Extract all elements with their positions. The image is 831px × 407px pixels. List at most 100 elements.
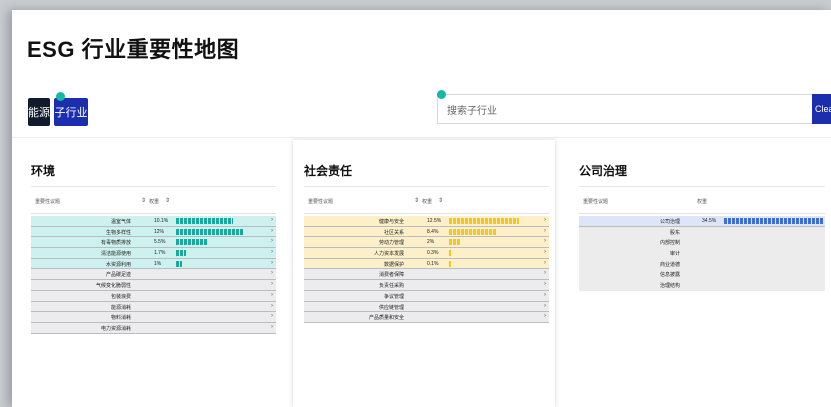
table-row[interactable]: 消费者保障 › xyxy=(304,269,549,281)
table-row[interactable]: 治理结构 xyxy=(579,280,825,291)
table-row[interactable]: 审计 xyxy=(579,248,825,259)
weight-bar xyxy=(449,260,451,267)
sub-industry-button[interactable]: 子行业 xyxy=(54,98,88,126)
divider xyxy=(579,213,825,214)
row-toggle-icon[interactable]: › xyxy=(544,281,546,287)
weight-bar xyxy=(449,228,497,235)
topic-weight: 1% xyxy=(154,260,162,267)
table-row[interactable]: 有毒物质排放 5.5% › xyxy=(31,237,276,249)
topic-name: 人力资本发展 xyxy=(373,251,404,258)
row-toggle-icon[interactable]: › xyxy=(544,249,546,255)
row-toggle-icon[interactable]: › xyxy=(820,217,822,223)
topic-header: 重要性议题 xyxy=(35,199,61,205)
table-row[interactable]: 产品碳足迹 › xyxy=(31,269,276,281)
table-row[interactable]: 产品质量和安全 › xyxy=(304,312,549,323)
weight-header: 权重 xyxy=(697,199,708,205)
row-toggle-icon[interactable]: › xyxy=(271,249,273,255)
topic-name: 气候变化脆弱性 xyxy=(95,283,131,290)
topic-header: 重要性议题 xyxy=(583,199,609,205)
topic-name: 能源消耗 xyxy=(110,304,131,311)
table-row[interactable]: 劳动力管理 2% › xyxy=(304,237,549,249)
row-toggle-icon[interactable]: › xyxy=(271,238,273,244)
sort-weight-icon[interactable]: ⇕ xyxy=(438,197,443,204)
divider xyxy=(31,213,276,214)
table-header: 重要性议题 ⇕ 权重 ⇕ xyxy=(31,194,276,208)
table-row[interactable]: 物料消耗 › xyxy=(31,312,276,323)
row-toggle-icon[interactable]: › xyxy=(271,281,273,287)
weight-bar xyxy=(176,218,233,224)
weight-bar xyxy=(449,218,519,224)
table-row[interactable]: 信息披露 xyxy=(579,269,825,281)
tour-hint-dot-icon xyxy=(437,90,446,99)
divider xyxy=(304,186,549,187)
topic-name: 产品质量和安全 xyxy=(368,315,404,322)
topic-name: 股东 xyxy=(669,229,680,236)
topic-name: 电力资源消耗 xyxy=(100,325,131,332)
table-row[interactable]: 电力资源消耗 › xyxy=(31,322,276,334)
energy-button[interactable]: 能源 xyxy=(28,98,50,126)
row-toggle-icon[interactable]: › xyxy=(544,292,546,298)
topic-name: 物料消耗 xyxy=(110,315,131,322)
topic-name: 清洁能源使用 xyxy=(100,251,131,258)
table-row[interactable]: 数据保护 0.1% › xyxy=(304,258,549,270)
table-row[interactable]: 生物多样性 12% › xyxy=(31,226,276,238)
topic-name: 治理结构 xyxy=(659,283,680,290)
table-row[interactable]: 能源消耗 › xyxy=(31,301,276,313)
topic-name: 内部控制 xyxy=(659,240,680,247)
row-toggle-icon[interactable]: › xyxy=(271,270,273,276)
table-row[interactable]: 包装浪费 › xyxy=(31,290,276,302)
table-row[interactable]: 气候变化脆弱性 › xyxy=(31,280,276,291)
row-toggle-icon[interactable]: › xyxy=(544,228,546,234)
row-toggle-icon[interactable]: › xyxy=(271,313,273,319)
topic-name: 产品碳足迹 xyxy=(105,272,131,279)
row-toggle-icon[interactable]: › xyxy=(271,228,273,234)
topic-weight: 0.3% xyxy=(427,250,439,257)
topic-list: 健康与安全 12.5% › 社区关系 8.4% › 劳动力管理 2% › 人力资本发展 0.3% › 数… xyxy=(304,216,549,323)
table-row[interactable]: 股东 xyxy=(579,226,825,238)
table-row[interactable]: 公司治理 34.5% › xyxy=(579,216,825,227)
row-toggle-icon[interactable]: › xyxy=(544,313,546,319)
row-toggle-icon[interactable]: › xyxy=(544,260,546,266)
table-row[interactable]: 社区关系 8.4% › xyxy=(304,226,549,238)
table-row[interactable]: 温室气体 10.1% › xyxy=(31,216,276,227)
search-placeholder: 搜索子行业 xyxy=(447,105,497,117)
weight-bar xyxy=(176,228,244,235)
sort-weight-icon[interactable]: ⇕ xyxy=(165,197,170,204)
weight-header: 权重 xyxy=(422,199,433,205)
table-row[interactable]: 争议管理 › xyxy=(304,290,549,302)
page-title: ESG 行业重要性地图 xyxy=(27,37,240,62)
clear-button[interactable]: Clear xyxy=(812,94,831,124)
table-row[interactable]: 水资源利用 1% › xyxy=(31,258,276,270)
table-row[interactable]: 清洁能源使用 1.7% › xyxy=(31,248,276,259)
divider xyxy=(304,213,549,214)
row-toggle-icon[interactable]: › xyxy=(544,217,546,223)
weight-bar xyxy=(449,250,451,257)
search-input[interactable]: 搜索子行业 xyxy=(437,94,815,124)
row-toggle-icon[interactable]: › xyxy=(544,270,546,276)
table-row[interactable]: 人力资本发展 0.3% › xyxy=(304,248,549,259)
row-toggle-icon[interactable]: › xyxy=(271,217,273,223)
table-row[interactable]: 供应链管理 › xyxy=(304,301,549,313)
row-toggle-icon[interactable]: › xyxy=(544,238,546,244)
sort-topic-icon[interactable]: ⇕ xyxy=(141,197,146,204)
table-row[interactable]: 健康与安全 12.5% › xyxy=(304,216,549,227)
topic-name: 包装浪费 xyxy=(110,293,131,300)
topic-weight: 34.5% xyxy=(702,218,717,224)
topic-name: 生物多样性 xyxy=(105,229,131,236)
weight-bar xyxy=(176,239,207,246)
sort-topic-icon[interactable]: ⇕ xyxy=(414,197,419,204)
row-toggle-icon[interactable]: › xyxy=(271,260,273,266)
table-row[interactable]: 商业道德 xyxy=(579,258,825,270)
topic-weight: 2% xyxy=(427,239,435,246)
weight-bar xyxy=(176,260,182,267)
topic-weight: 0.1% xyxy=(427,260,439,267)
row-toggle-icon[interactable]: › xyxy=(271,324,273,330)
topic-name: 争议管理 xyxy=(383,293,404,300)
row-toggle-icon[interactable]: › xyxy=(544,303,546,309)
topic-name: 信息披露 xyxy=(659,272,680,279)
table-row[interactable]: 内部控制 xyxy=(579,237,825,249)
row-toggle-icon[interactable]: › xyxy=(271,292,273,298)
table-row[interactable]: 负责任采购 › xyxy=(304,280,549,291)
row-toggle-icon[interactable]: › xyxy=(271,303,273,309)
weight-header: 权重 xyxy=(149,199,160,205)
